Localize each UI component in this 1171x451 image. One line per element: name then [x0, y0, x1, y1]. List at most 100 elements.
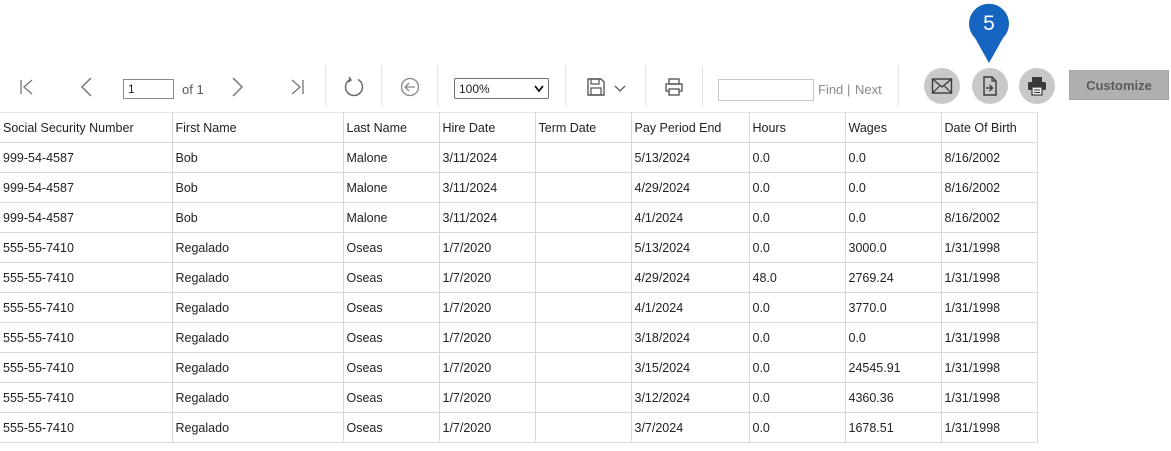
export-file-icon: [983, 76, 997, 96]
table-cell: 4/1/2024: [630, 202, 750, 233]
save-disk-icon[interactable]: [585, 76, 607, 98]
prev-page-icon[interactable]: [76, 76, 98, 98]
table-cell: 3/12/2024: [630, 382, 750, 413]
table-cell: 555-55-7410: [0, 232, 173, 263]
table-cell: 0.0: [844, 172, 942, 203]
chevron-down-icon: [534, 84, 544, 92]
table-cell: Bob: [171, 202, 344, 233]
table-cell: 8/16/2002: [940, 202, 1038, 233]
table-cell: 3/11/2024: [438, 172, 536, 203]
table-cell: [534, 262, 632, 293]
table-cell: [534, 172, 632, 203]
next-link[interactable]: Next: [855, 82, 882, 97]
printer-icon: [1028, 77, 1046, 96]
table-cell: Oseas: [342, 322, 440, 353]
chevron-down-icon[interactable]: [612, 82, 628, 96]
table-cell: 555-55-7410: [0, 352, 173, 383]
find-input[interactable]: [718, 79, 814, 101]
table-cell: [534, 142, 632, 173]
table-cell: Bob: [171, 172, 344, 203]
export-button[interactable]: [972, 68, 1008, 104]
email-icon: [931, 78, 953, 94]
table-cell: 0.0: [748, 172, 846, 203]
table-cell: 0.0: [748, 412, 846, 443]
table-cell: Regalado: [171, 322, 344, 353]
back-circle-icon[interactable]: [399, 76, 421, 98]
table-cell: 1/7/2020: [438, 412, 536, 443]
table-cell: 999-54-4587: [0, 172, 173, 203]
table-cell: [534, 382, 632, 413]
table-cell: Oseas: [342, 262, 440, 293]
table-cell: [534, 202, 632, 233]
table-cell: 8/16/2002: [940, 142, 1038, 173]
table-row: 999-54-4587 Bob Malone 3/11/2024 4/29/2024 0.…: [0, 172, 1038, 203]
table-cell: Malone: [342, 172, 440, 203]
table-cell: Oseas: [342, 352, 440, 383]
table-cell: 1/31/1998: [940, 262, 1038, 293]
table-row: 555-55-7410 Regalado Oseas 1/7/2020 3/7/2024…: [0, 412, 1038, 443]
page-number-input[interactable]: [123, 79, 174, 99]
table-cell: Bob: [171, 142, 344, 173]
table-row: 555-55-7410 Regalado Oseas 1/7/2020 4/1/2024…: [0, 292, 1038, 323]
table-cell: 3770.0: [844, 292, 942, 323]
table-row: 999-54-4587 Bob Malone 3/11/2024 4/1/2024 0.0…: [0, 202, 1038, 233]
page-count: of 1: [182, 82, 204, 97]
table-cell: 1/7/2020: [438, 322, 536, 353]
table-cell: 1/7/2020: [438, 232, 536, 263]
table-cell: 1678.51: [844, 412, 942, 443]
table-cell: 2769.24: [844, 262, 942, 293]
table-cell: 1/7/2020: [438, 262, 536, 293]
table-cell: 5/13/2024: [630, 232, 750, 263]
column-header: Pay Period End: [630, 112, 750, 143]
table-cell: Oseas: [342, 292, 440, 323]
table-row: 555-55-7410 Regalado Oseas 1/7/2020 3/18/202…: [0, 322, 1038, 353]
last-page-icon[interactable]: [286, 76, 308, 98]
table-cell: 24545.91: [844, 352, 942, 383]
table-cell: 1/31/1998: [940, 232, 1038, 263]
table-cell: 0.0: [748, 352, 846, 383]
table-cell: 555-55-7410: [0, 412, 173, 443]
table-cell: 1/7/2020: [438, 382, 536, 413]
report-table: Social Security Number First Name Last N…: [0, 112, 1038, 443]
email-button[interactable]: [924, 68, 960, 104]
customize-button[interactable]: Customize: [1069, 70, 1169, 100]
table-cell: 0.0: [748, 142, 846, 173]
toolbar-separator: [325, 66, 326, 106]
table-cell: 1/31/1998: [940, 352, 1038, 383]
table-cell: 3/11/2024: [438, 202, 536, 233]
refresh-icon[interactable]: [342, 75, 366, 99]
column-header: Date Of Birth: [940, 112, 1038, 143]
toolbar-separator: [645, 66, 646, 106]
next-page-icon[interactable]: [226, 76, 248, 98]
table-cell: 1/31/1998: [940, 382, 1038, 413]
table-row: 999-54-4587 Bob Malone 3/11/2024 5/13/2024 0.…: [0, 142, 1038, 173]
table-row: 555-55-7410 Regalado Oseas 1/7/2020 5/13/202…: [0, 232, 1038, 263]
toolbar-separator: [898, 66, 899, 106]
find-link[interactable]: Find: [818, 82, 843, 97]
table-cell: 5/13/2024: [630, 142, 750, 173]
table-cell: [534, 412, 632, 443]
table-cell: 4/1/2024: [630, 292, 750, 323]
table-cell: 0.0: [844, 202, 942, 233]
table-cell: Malone: [342, 142, 440, 173]
report-toolbar: of 1 100% Find | Next: [0, 62, 1171, 112]
table-cell: 4360.36: [844, 382, 942, 413]
table-cell: 1/31/1998: [940, 292, 1038, 323]
table-cell: 1/7/2020: [438, 352, 536, 383]
zoom-select[interactable]: 100%: [454, 78, 549, 99]
first-page-icon[interactable]: [16, 76, 38, 98]
table-cell: 3/11/2024: [438, 142, 536, 173]
table-cell: 555-55-7410: [0, 382, 173, 413]
table-cell: 999-54-4587: [0, 202, 173, 233]
column-header: Hours: [748, 112, 846, 143]
toolbar-separator: [702, 66, 703, 106]
table-cell: 0.0: [748, 382, 846, 413]
table-cell: 0.0: [748, 202, 846, 233]
table-cell: 0.0: [748, 292, 846, 323]
printer-button[interactable]: [1019, 68, 1055, 104]
find-separator: |: [847, 82, 851, 97]
table-cell: 1/31/1998: [940, 322, 1038, 353]
table-cell: Malone: [342, 202, 440, 233]
print-icon[interactable]: [663, 76, 685, 98]
table-header-row: Social Security Number First Name Last N…: [0, 112, 1038, 143]
